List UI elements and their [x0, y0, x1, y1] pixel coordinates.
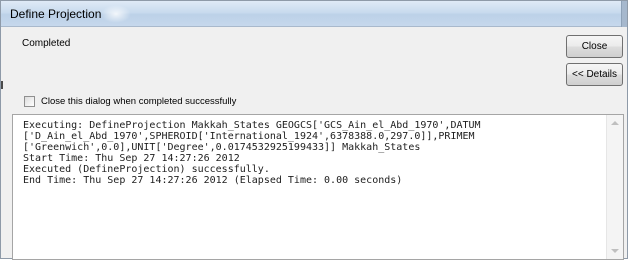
details-toggle-button[interactable]: << Details: [566, 63, 623, 86]
scroll-down-arrow-icon[interactable]: [611, 249, 619, 253]
define-projection-dialog: Define Projection Completed Close << Det…: [0, 0, 628, 260]
log-line: ['Greenwich',0.0],UNIT['Degree',0.017453…: [23, 142, 421, 153]
log-line: Executed (DefineProjection) successfully…: [23, 164, 270, 175]
vertical-scrollbar[interactable]: [606, 115, 623, 259]
status-text: Completed: [22, 38, 71, 49]
title-bar-edge: [621, 1, 627, 27]
log-line: Start Time: Thu Sep 27 14:27:26 2012: [23, 153, 240, 164]
close-when-completed-checkbox[interactable]: [24, 95, 35, 107]
close-button[interactable]: Close: [566, 35, 623, 58]
close-when-completed-option[interactable]: Close this dialog when completed success…: [24, 94, 236, 108]
log-line: End Time: Thu Sep 27 14:27:26 2012 (Elap…: [23, 175, 403, 186]
window-edge-marker: [1, 81, 3, 89]
scroll-up-arrow-icon[interactable]: [611, 121, 619, 125]
window-title: Define Projection: [10, 7, 102, 21]
log-line: ['D_Ain_el_Abd_1970',SPHEROID['Internati…: [23, 131, 475, 142]
message-log-text: Executing: DefineProjection Makkah_State…: [23, 120, 598, 186]
title-bar-highlight: [101, 5, 131, 23]
title-bar[interactable]: Define Projection: [1, 1, 627, 27]
close-when-completed-label: Close this dialog when completed success…: [41, 95, 237, 107]
log-line: Executing: DefineProjection Makkah_State…: [23, 120, 481, 131]
message-log[interactable]: Executing: DefineProjection Makkah_State…: [12, 114, 624, 260]
